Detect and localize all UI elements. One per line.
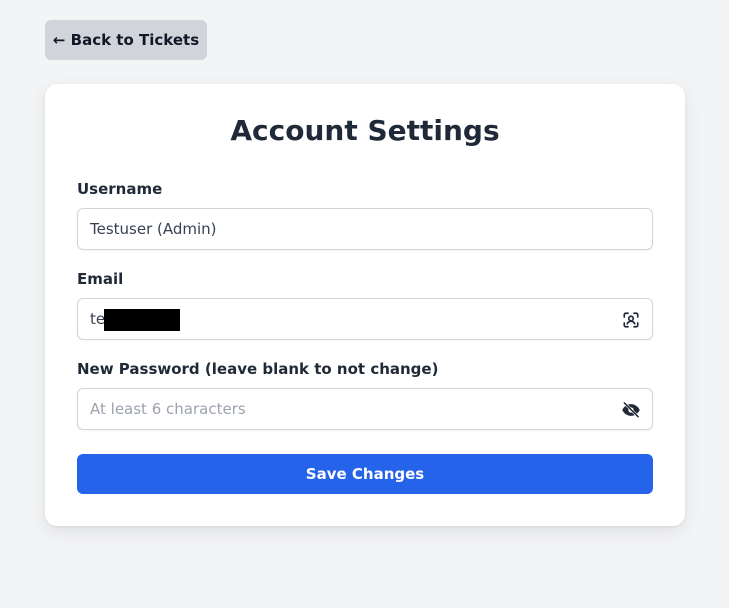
- email-field-wrapper: [77, 298, 653, 340]
- new-password-label: New Password (leave blank to not change): [77, 360, 439, 378]
- username-input[interactable]: [90, 209, 610, 249]
- email-label: Email: [77, 270, 124, 288]
- page-title: Account Settings: [230, 114, 500, 147]
- username-field-wrapper: [77, 208, 653, 250]
- person-scan-icon[interactable]: [620, 309, 642, 331]
- save-changes-button[interactable]: Save Changes: [77, 454, 653, 494]
- redaction-block: [104, 309, 180, 331]
- account-settings-card: Account Settings Username Email New Pass…: [45, 84, 685, 526]
- password-field-wrapper: [77, 388, 653, 430]
- username-label: Username: [77, 180, 163, 198]
- new-password-input[interactable]: [90, 389, 610, 429]
- eye-off-icon[interactable]: [620, 399, 642, 421]
- back-to-tickets-button[interactable]: ← Back to Tickets: [45, 20, 207, 60]
